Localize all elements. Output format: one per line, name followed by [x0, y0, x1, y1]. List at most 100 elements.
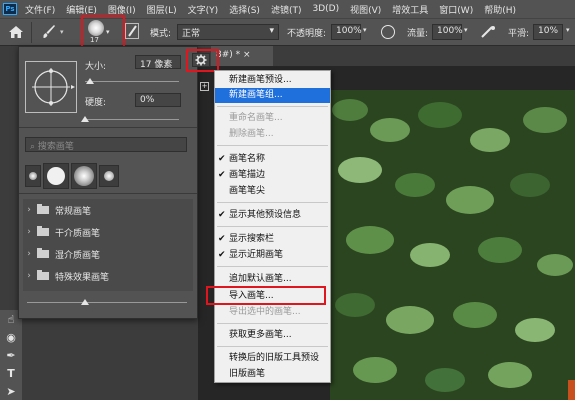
chevron-down-icon[interactable]: ▾ [60, 28, 64, 36]
recent-brush-3[interactable] [71, 163, 97, 189]
pressure-opacity-icon[interactable] [381, 25, 395, 39]
brush-tip-preview[interactable] [88, 20, 104, 36]
folder-icon [37, 204, 49, 214]
menu-item-legacy-brushes[interactable]: 旧版画笔 [215, 367, 330, 382]
brush-search-input[interactable]: ⌕ 搜索画笔 [25, 137, 187, 152]
menu-item-new-brush-group[interactable]: 新建画笔组... [215, 88, 330, 103]
hardness-slider-track[interactable] [85, 119, 179, 120]
menu-item-rename-brush[interactable]: 重命名画笔... [215, 111, 330, 126]
menu-plugins[interactable]: 增效工具 [392, 3, 428, 16]
search-icon: ⌕ [30, 142, 36, 152]
search-placeholder: 搜索画笔 [37, 142, 74, 152]
pen-tool-icon[interactable]: ✒ [0, 346, 22, 364]
flow-label: 流量: [407, 29, 429, 39]
chevron-right-icon: › [27, 249, 31, 259]
mode-value: 正常 [182, 29, 201, 39]
brush-tool-icon[interactable] [42, 24, 56, 40]
brush-panel-context-menu: 新建画笔预设... 新建画笔组... 重命名画笔... 删除画笔... ✔ 画笔… [214, 70, 331, 383]
menu-item-converted-legacy-tool-presets[interactable]: 转换后的旧版工具预设 [215, 351, 330, 366]
menu-image[interactable]: 图像(I) [108, 3, 136, 16]
preview-size-slider-thumb[interactable] [81, 299, 89, 305]
folder-icon [37, 226, 49, 236]
menu-edit[interactable]: 编辑(E) [66, 3, 97, 16]
hardness-slider-thumb[interactable] [81, 116, 89, 122]
options-bar: ▾ 17 ▾ 模式: 正常 ▾ 不透明度: 100% ▾ 流量: 100% ▾ … [0, 15, 575, 48]
import-brushes-annotation [206, 286, 326, 305]
chevron-down-icon: ▾ [269, 26, 274, 36]
brush-angle-roundness-widget[interactable] [25, 61, 77, 113]
opacity-label: 不透明度: [287, 29, 327, 39]
opacity-input[interactable]: 100% [331, 24, 362, 40]
menu-window[interactable]: 窗口(W) [439, 3, 473, 16]
path-selection-tool-icon[interactable]: ➤ [0, 382, 22, 400]
smoothing-label: 平滑: [508, 29, 530, 39]
size-slider-thumb[interactable] [85, 78, 94, 84]
size-input[interactable]: 17 像素 [135, 55, 181, 70]
tools-panel: ☝ ◉ ✒ T ➤ [0, 310, 22, 400]
size-label: 大小: [85, 62, 107, 72]
chevron-right-icon: › [27, 227, 31, 237]
recent-brush-1[interactable] [25, 165, 41, 187]
hardness-label: 硬度: [85, 98, 107, 108]
new-brush-icon[interactable]: + [200, 82, 209, 91]
smoothing-chevron-icon[interactable]: ▾ [566, 26, 570, 34]
menu-item-show-search-bar[interactable]: 显示搜索栏 [215, 232, 330, 247]
menu-view[interactable]: 视图(V) [350, 3, 381, 16]
recent-brushes-row [25, 163, 187, 191]
opacity-chevron-icon[interactable]: ▾ [363, 26, 367, 34]
folder-label: 干介质画笔 [55, 228, 101, 239]
menu-item-brush-tip[interactable]: 画笔笔尖 [215, 184, 330, 199]
menu-item-get-more-brushes[interactable]: 获取更多画笔... [215, 328, 330, 343]
menu-3d[interactable]: 3D(D) [312, 4, 339, 14]
mode-label: 模式: [150, 29, 172, 39]
photoshop-logo: Ps [3, 3, 17, 15]
menu-item-new-brush-preset[interactable]: 新建画笔预设... [215, 73, 330, 88]
chevron-right-icon: › [27, 205, 31, 215]
hardness-input[interactable]: 0% [135, 93, 181, 107]
menu-item-export-selected-brushes[interactable]: 导出选中的画笔... [215, 305, 330, 320]
menu-item-show-additional-preset-info[interactable]: 显示其他预设信息 [215, 208, 330, 223]
flow-input[interactable]: 100% [432, 24, 463, 40]
folder-wet-media-brushes[interactable]: › 湿介质画笔 [23, 243, 193, 265]
brush-size-readout: 17 [90, 36, 99, 44]
menu-help[interactable]: 帮助(H) [484, 3, 516, 16]
menu-item-append-default-brushes[interactable]: 追加默认画笔... [215, 272, 330, 287]
menu-select[interactable]: 选择(S) [229, 3, 260, 16]
chevron-right-icon: › [27, 271, 31, 281]
brush-picker-chevron-icon[interactable]: ▾ [106, 28, 110, 36]
folder-general-brushes[interactable]: › 常规画笔 [23, 199, 193, 221]
document-tab[interactable]: 8#) * × [211, 46, 273, 66]
gear-icon [195, 54, 207, 66]
type-tool-icon[interactable]: T [0, 364, 22, 382]
folder-icon [37, 270, 49, 280]
airbrush-icon[interactable] [480, 25, 496, 39]
folder-label: 特殊效果画笔 [55, 272, 110, 283]
menu-item-brush-stroke[interactable]: 画笔描边 [215, 168, 330, 183]
document-canvas-photo[interactable] [330, 90, 575, 400]
menu-item-show-recent-brushes[interactable]: 显示近期画笔 [215, 248, 330, 263]
folder-special-effects-brushes[interactable]: › 特殊效果画笔 [23, 265, 193, 287]
flow-chevron-icon[interactable]: ▾ [464, 26, 468, 34]
brush-preset-panel: 大小: 17 像素 硬度: 0% ⌕ 搜索画笔 › 常规画笔 › 干介质画笔 ›… [18, 46, 198, 319]
sponge-tool-icon[interactable]: ◉ [0, 328, 22, 346]
menu-item-delete-brush[interactable]: 删除画笔... [215, 127, 330, 142]
menu-item-brush-name[interactable]: 画笔名称 [215, 152, 330, 167]
brush-panel-menu-button[interactable] [192, 53, 210, 67]
menu-layer[interactable]: 图层(L) [147, 3, 177, 16]
mode-select[interactable]: 正常 ▾ [177, 24, 279, 40]
recent-brush-2[interactable] [43, 163, 69, 189]
size-slider-track[interactable] [85, 81, 179, 82]
folder-label: 常规画笔 [55, 206, 92, 217]
folder-dry-media-brushes[interactable]: › 干介质画笔 [23, 221, 193, 243]
folder-label: 湿介质画笔 [55, 250, 101, 261]
menu-file[interactable]: 文件(F) [25, 3, 55, 16]
home-icon[interactable] [8, 25, 24, 39]
menu-filter[interactable]: 滤镜(T) [271, 3, 302, 16]
brush-settings-panel-icon[interactable] [125, 23, 139, 39]
smoothing-input[interactable]: 10% [533, 24, 563, 40]
preview-size-slider-track[interactable] [27, 302, 187, 303]
foliage-image [330, 90, 575, 400]
folder-icon [37, 248, 49, 258]
menu-type[interactable]: 文字(Y) [188, 3, 219, 16]
recent-brush-4[interactable] [99, 165, 119, 187]
